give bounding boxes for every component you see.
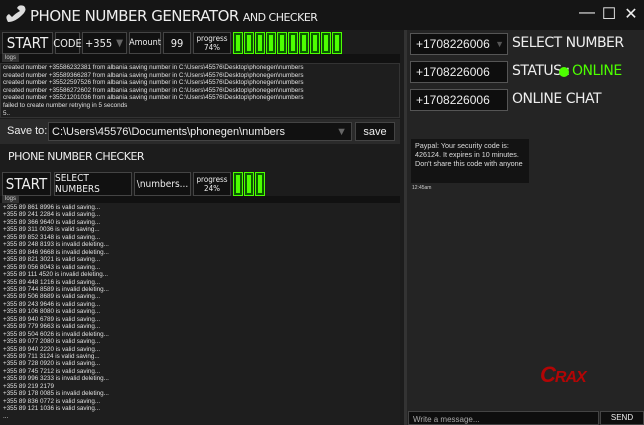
logs-tab[interactable]: logs	[2, 54, 20, 62]
log-line: +355 89 852 3148 is valid saving...	[3, 233, 101, 241]
progress-segment	[310, 32, 320, 54]
save-path-dropdown[interactable]: C:\Users\45576\Documents\phonegen\number…	[48, 122, 352, 141]
log-line: created number +35521201036 from albania…	[3, 94, 304, 102]
status-online-dot-icon	[559, 67, 569, 77]
close-button[interactable]: ✕	[622, 4, 640, 24]
code-value: +355	[85, 36, 113, 50]
app-title: PHONE NUMBER GENERATOR AND CHECKER	[30, 7, 318, 25]
log-line: +355 89 241 2284 is valid saving...	[3, 211, 101, 219]
log-line: +355 89 243 9646 is valid saving...	[3, 300, 101, 308]
progress-segment	[332, 32, 342, 54]
checker-logs-tab[interactable]: logs	[2, 196, 20, 203]
log-line: ...	[3, 412, 9, 420]
log-line: +355 89 940 2220 is valid saving...	[3, 345, 101, 353]
code-dropdown[interactable]: +355 ▼	[82, 32, 127, 54]
log-line: +355 89 248 8193 is invalid deleting...	[3, 241, 109, 249]
progress-segment	[233, 172, 243, 196]
chevron-down-icon: ▼	[495, 39, 504, 49]
log-line: 5..	[3, 109, 11, 117]
log-line: +355 89 448 1216 is valid saving...	[3, 278, 101, 286]
log-line: +355 89 846 9668 is invalid deleting...	[3, 248, 109, 256]
log-line: +355 89 219 2179	[3, 382, 54, 390]
generator-start-button[interactable]: START	[2, 32, 53, 54]
current-number: +1708226006	[410, 61, 508, 83]
checker-heading: PHONE NUMBER CHECKER	[8, 150, 145, 163]
amount-label: Amount	[129, 32, 161, 54]
progress-segment	[233, 32, 243, 54]
log-line: failed to create number retrying in 5 se…	[3, 102, 128, 109]
message-bubble: Paypal: Your security code is: 426124. I…	[411, 139, 529, 183]
log-line: created number +35586232381 from albania…	[3, 64, 304, 71]
log-line: +355 89 940 6789 is valid saving...	[3, 315, 101, 323]
log-line: +355 89 728 0920 is valid saving...	[3, 360, 101, 368]
message-time: 12:45am	[412, 185, 432, 191]
save-to-label: Save to:	[7, 125, 48, 137]
status-value: ONLINE	[572, 63, 622, 79]
log-line: +355 89 745 7212 is valid saving...	[3, 367, 101, 375]
progress-segment	[255, 172, 265, 196]
log-line: +355 89 711 3124 is valid saving...	[3, 353, 100, 360]
log-line: +355 89 366 9640 is valid saving...	[3, 218, 101, 226]
progress-segment	[244, 32, 254, 54]
save-path-value: C:\Users\45576\Documents\phonegen\number…	[52, 125, 285, 138]
progress-segment	[321, 32, 331, 54]
amount-input[interactable]: 99	[163, 32, 191, 54]
log-line: +355 89 504 6026 is invalid deleting...	[3, 330, 109, 338]
log-line: +355 89 744 8589 is invalid deleting...	[3, 285, 109, 293]
log-line: +355 89 077 2080 is valid saving...	[3, 338, 101, 346]
number-select-dropdown[interactable]: +1708226006 ▼	[410, 33, 508, 55]
log-line: +355 89 506 8689 is valid saving...	[3, 293, 101, 301]
send-button[interactable]: SEND	[600, 411, 644, 425]
phone-icon	[6, 5, 26, 23]
select-numbers-button[interactable]: SELECT NUMBERS	[54, 172, 132, 196]
progress-segment	[266, 32, 276, 54]
log-line: +355 89 178 0085 is invalid deleting...	[3, 390, 109, 398]
crax-watermark-logo: CRAX	[540, 362, 587, 387]
minimize-button[interactable]: —	[578, 4, 596, 22]
numbers-file-field[interactable]: \numbers...	[134, 172, 191, 196]
log-line: +355 89 861 8996 is valid saving...	[3, 204, 101, 211]
checker-progress-bar	[232, 172, 342, 196]
online-chat-label: ONLINE CHAT	[512, 91, 602, 107]
log-line: +355 89 311 0036 is valid saving...	[3, 226, 100, 234]
log-line: +355 89 821 3021 is valid saving...	[3, 256, 101, 264]
checker-progress-label: progress 24%	[193, 172, 231, 196]
progress-segment	[244, 172, 254, 196]
log-line: +355 89 836 0772 is valid saving...	[3, 397, 101, 405]
log-line: +355 89 996 3233 is invalid deleting...	[3, 375, 109, 383]
log-line: +355 89 106 8080 is valid saving...	[3, 308, 101, 316]
select-number-label: SELECT NUMBER	[512, 35, 624, 51]
log-line: created number +35522597526 from albania…	[3, 79, 304, 87]
log-line: created number +35589366287 from albania…	[3, 71, 304, 79]
generator-progress-bar	[232, 32, 342, 54]
progress-segment	[255, 32, 265, 54]
message-input[interactable]: Write a message...	[408, 411, 599, 425]
save-button[interactable]: save	[355, 122, 395, 141]
code-label: CODE	[53, 32, 82, 54]
maximize-button[interactable]: ☐	[600, 4, 618, 24]
log-line: created number +35586272602 from albania…	[3, 86, 304, 94]
generator-progress-label: progress 74%	[193, 32, 231, 54]
progress-segment	[288, 32, 298, 54]
chat-number: +1708226006	[410, 89, 508, 111]
log-line: +355 89 056 8043 is valid saving...	[3, 263, 101, 271]
progress-segment	[299, 32, 309, 54]
progress-segment	[277, 32, 287, 54]
log-line: +355 89 779 9663 is valid saving...	[3, 323, 101, 331]
log-line: +355 89 111 4520 is invalid deleting...	[3, 271, 108, 279]
chevron-down-icon: ▼	[116, 37, 123, 49]
log-line: +355 89 121 1036 is valid saving...	[3, 405, 101, 413]
chevron-down-icon: ▼	[336, 125, 347, 138]
checker-start-button[interactable]: START	[2, 172, 51, 196]
